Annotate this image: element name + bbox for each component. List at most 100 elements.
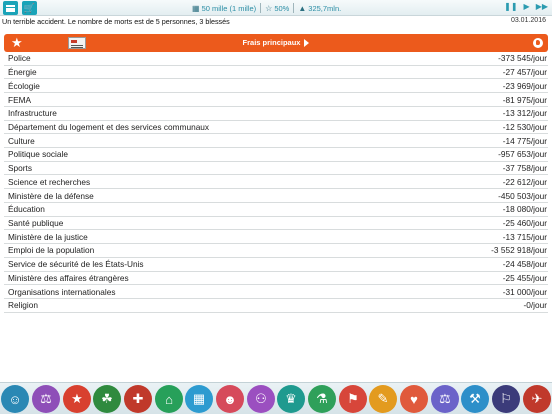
- police-icon[interactable]: ★: [63, 385, 91, 413]
- table-row[interactable]: Ministère de la défense -450 503/jour: [4, 189, 548, 203]
- housing-icon[interactable]: ▦: [185, 385, 213, 413]
- news-ticker: Un terrible accident. Le nombre de morts…: [2, 17, 550, 28]
- expense-value: -957 653/jour: [498, 149, 547, 160]
- social-icon[interactable]: ⚇: [247, 385, 275, 413]
- rating-stat: ☆ 50%: [265, 4, 289, 13]
- expense-value: -12 530/jour: [502, 121, 547, 132]
- expense-name: Culture: [8, 135, 35, 146]
- table-row[interactable]: Énergie -27 457/jour: [4, 66, 548, 80]
- expenses-table: Police -373 545/jour Énergie -27 457/jour Éc…: [4, 52, 548, 313]
- table-row[interactable]: Organisations internationales -31 000/jou…: [4, 285, 548, 299]
- expense-value: -3 552 918/jour: [491, 245, 547, 256]
- table-row[interactable]: Département du logement et des services …: [4, 121, 548, 135]
- ecology-icon[interactable]: ☘: [93, 385, 121, 413]
- expense-value: -13 715/jour: [502, 231, 547, 242]
- culture-icon[interactable]: ☻: [216, 385, 244, 413]
- population-value: 50 mille (1 mille): [201, 3, 257, 13]
- table-row[interactable]: Écologie -23 969/jour: [4, 79, 548, 94]
- expense-name: Éducation: [8, 204, 45, 215]
- table-row[interactable]: Politique sociale -957 653/jour: [4, 148, 548, 162]
- stat-divider: [260, 3, 262, 13]
- expense-name: Département du logement et des services …: [8, 121, 210, 132]
- expense-value: -22 612/jour: [502, 176, 547, 187]
- menu-button[interactable]: [3, 1, 18, 15]
- expense-value: -25 460/jour: [502, 217, 547, 228]
- justice-icon[interactable]: ⚖: [431, 385, 459, 413]
- ministry-dock: ☺ ⚖ ★ ☘ ✚ ⌂ ▦ ☻ ⚇ ♛ ⚗ ⚑ ✎ ♥ ⚖ ⚒ ⚐ ✈: [0, 382, 552, 414]
- expense-name: Service de sécurité de les États-Unis: [8, 259, 144, 270]
- finance-icon[interactable]: ⚖: [32, 385, 60, 413]
- table-row[interactable]: FEMA -81 975/jour: [4, 93, 548, 107]
- expense-value: -81 975/jour: [502, 94, 547, 105]
- industry-icon[interactable]: ⌂: [155, 385, 183, 413]
- expense-name: Ministère des affaires étrangères: [8, 272, 129, 283]
- emergency-icon[interactable]: ✚: [124, 385, 152, 413]
- defense-icon[interactable]: ⚑: [339, 385, 367, 413]
- cart-icon: 🛒: [23, 2, 36, 13]
- ministers-icon[interactable]: ☺: [1, 385, 29, 413]
- employment-icon[interactable]: ⚒: [461, 385, 489, 413]
- play-icon[interactable]: ▶: [524, 2, 530, 11]
- expense-name: Religion: [8, 300, 38, 311]
- expense-name: Ministère de la justice: [8, 231, 88, 242]
- security-icon[interactable]: ⚐: [492, 385, 520, 413]
- globe-icon[interactable]: [533, 38, 543, 48]
- table-row[interactable]: Emploi de la population -3 552 918/jour: [4, 244, 548, 258]
- expenses-header: ★ Frais principaux: [4, 34, 548, 52]
- expense-name: Ministère de la défense: [8, 190, 94, 201]
- expense-name: Police: [8, 53, 31, 64]
- expense-name: Organisations internationales: [8, 286, 116, 297]
- pause-icon[interactable]: ❚❚: [504, 2, 517, 11]
- table-row[interactable]: Éducation -18 080/jour: [4, 203, 548, 217]
- stats-bar: ▦ 50 mille (1 mille) ☆ 50% ▲ 325,7mln.: [192, 2, 341, 14]
- table-row[interactable]: Ministère de la justice -13 715/jour: [4, 230, 548, 245]
- table-row[interactable]: Religion -0/jour: [4, 299, 548, 313]
- table-row[interactable]: Ministère des affaires étrangères -25 455…: [4, 272, 548, 286]
- expense-name: Science et recherches: [8, 176, 91, 187]
- news-text: Un terrible accident. Le nombre de morts…: [2, 17, 230, 26]
- expense-name: Énergie: [8, 67, 37, 78]
- expense-value: -373 545/jour: [498, 53, 547, 64]
- expense-value: -24 458/jour: [502, 259, 547, 270]
- expense-value: -27 457/jour: [502, 67, 547, 78]
- rating-icon: ☆: [265, 3, 273, 13]
- budget-stat: ▲ 325,7mln.: [298, 4, 341, 13]
- expense-name: Santé publique: [8, 217, 64, 228]
- table-row[interactable]: Sports -37 758/jour: [4, 162, 548, 176]
- expense-value: -14 775/jour: [502, 135, 547, 146]
- expense-name: Politique sociale: [8, 149, 68, 160]
- expense-name: Sports: [8, 163, 32, 174]
- sports-icon[interactable]: ♛: [277, 385, 305, 413]
- expense-value: -0/jour: [523, 300, 547, 311]
- health-icon[interactable]: ♥: [400, 385, 428, 413]
- education-icon[interactable]: ✎: [369, 385, 397, 413]
- expense-value: -18 080/jour: [502, 204, 547, 215]
- table-row[interactable]: Police -373 545/jour: [4, 52, 548, 66]
- next-arrow-icon: [304, 39, 310, 47]
- table-row[interactable]: Culture -14 775/jour: [4, 134, 548, 149]
- fast-forward-icon[interactable]: ▶▶: [536, 2, 548, 11]
- budget-value: 325,7mln.: [308, 3, 342, 13]
- shop-button[interactable]: 🛒: [22, 1, 37, 15]
- science-icon[interactable]: ⚗: [308, 385, 336, 413]
- expense-value: -13 312/jour: [502, 108, 547, 119]
- game-date: 03.01.2016: [510, 17, 546, 24]
- foreign-icon[interactable]: ✈: [523, 385, 551, 413]
- table-row[interactable]: Santé publique -25 460/jour: [4, 217, 548, 231]
- page-title: Frais principaux: [242, 38, 301, 47]
- header-title-area[interactable]: Frais principaux: [4, 34, 548, 52]
- budget-icon: ▲: [298, 3, 307, 13]
- table-row[interactable]: Service de sécurité de les États-Unis -24…: [4, 258, 548, 272]
- top-toolbar: 🛒 ▦ 50 mille (1 mille) ☆ 50% ▲ 325,7mln.…: [0, 0, 552, 16]
- expense-value: -23 969/jour: [502, 80, 547, 91]
- expense-value: -450 503/jour: [498, 190, 547, 201]
- expense-value: -31 000/jour: [502, 286, 547, 297]
- people-icon: ▦: [192, 3, 200, 13]
- table-row[interactable]: Science et recherches -22 612/jour: [4, 175, 548, 190]
- expense-name: Infrastructure: [8, 108, 57, 119]
- expense-value: -25 455/jour: [502, 272, 547, 283]
- expense-name: Emploi de la population: [8, 245, 95, 256]
- population-stat: ▦ 50 mille (1 mille): [192, 4, 256, 13]
- stat-divider: [293, 3, 295, 13]
- table-row[interactable]: Infrastructure -13 312/jour: [4, 107, 548, 121]
